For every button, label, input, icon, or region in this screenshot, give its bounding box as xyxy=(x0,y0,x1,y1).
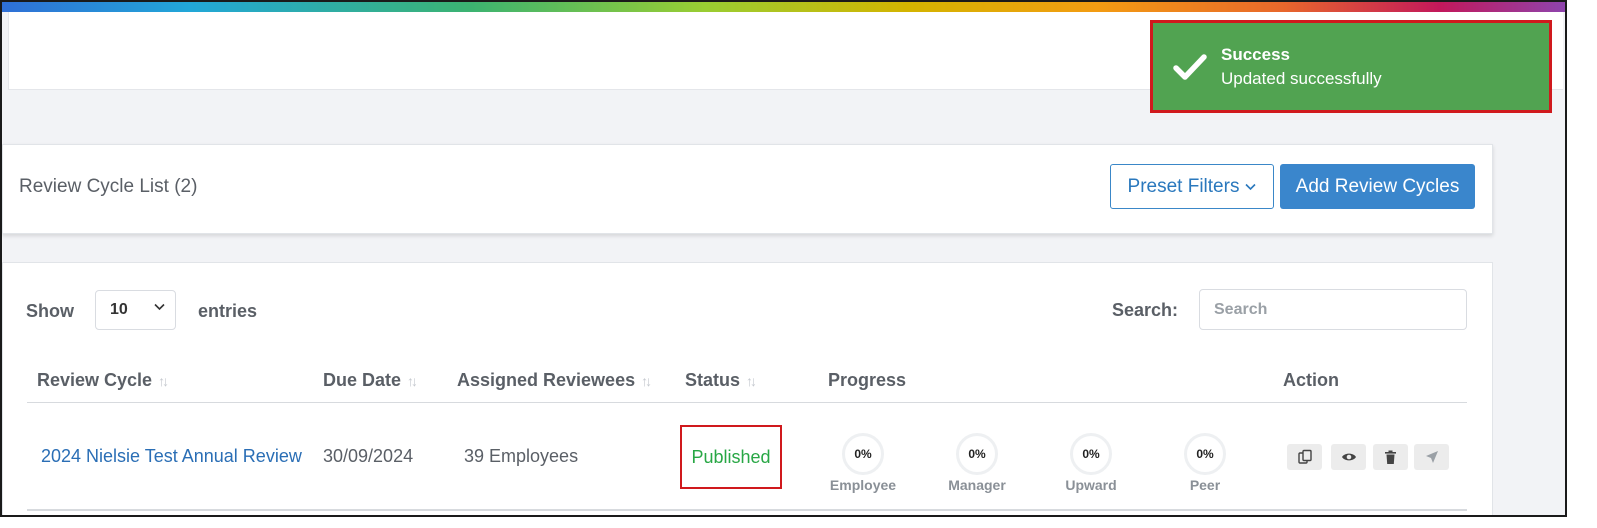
column-header-due-date[interactable]: Due Date ↑↓ xyxy=(323,370,418,391)
page-length-select[interactable]: 10 xyxy=(95,290,176,330)
status-badge: Published xyxy=(680,425,782,489)
progress-label: Peer xyxy=(1189,477,1221,493)
header-divider xyxy=(27,402,1467,403)
column-header-action: Action xyxy=(1283,370,1339,390)
column-header-review-cycle[interactable]: Review Cycle ↑↓ xyxy=(37,370,169,391)
delete-button[interactable] xyxy=(1373,444,1408,470)
column-header-assigned-reviewees[interactable]: Assigned Reviewees ↑↓ xyxy=(457,370,652,391)
assigned-reviewees-cell: 39 Employees xyxy=(464,446,579,466)
chevron-down-icon xyxy=(154,303,165,311)
review-cycle-table-card: Show 10 entries Search: Review Cycle↑↓ D… xyxy=(2,262,1493,515)
sort-icon: ↑↓ xyxy=(158,372,169,389)
check-icon xyxy=(1173,50,1207,84)
progress-ring: 0% xyxy=(1070,433,1112,475)
copy-button[interactable] xyxy=(1287,444,1322,470)
launch-button[interactable] xyxy=(1414,444,1449,470)
column-header-status[interactable]: Status ↑↓ xyxy=(685,370,757,391)
progress-peer: 0% Peer xyxy=(1165,433,1245,493)
chevron-down-icon xyxy=(1245,183,1257,190)
progress-manager: 0% Manager xyxy=(937,433,1017,493)
review-cycle-link[interactable]: 2024 Nielsie Test Annual Review xyxy=(41,446,302,466)
view-button[interactable] xyxy=(1331,444,1366,470)
page-length-value: 10 xyxy=(110,301,128,318)
copy-icon xyxy=(1297,449,1312,464)
progress-label: Manager xyxy=(948,477,1006,493)
eye-icon xyxy=(1341,453,1356,461)
trash-icon xyxy=(1385,450,1396,464)
add-review-cycles-button[interactable]: Add Review Cycles xyxy=(1280,164,1475,209)
column-header-progress: Progress xyxy=(828,370,907,390)
progress-label: Employee xyxy=(829,477,897,493)
progress-ring: 0% xyxy=(1184,433,1226,475)
status-text: Published xyxy=(691,446,771,467)
row-divider xyxy=(27,509,1467,511)
preset-filters-label: Preset Filters xyxy=(1127,175,1240,197)
page-title: Review Cycle List (2) xyxy=(19,176,198,197)
show-label: Show xyxy=(26,301,74,321)
review-cycle-header-card: Review Cycle List (2) Preset Filters Add… xyxy=(2,144,1493,234)
progress-ring: 0% xyxy=(842,433,884,475)
rainbow-bar xyxy=(2,2,1565,12)
toast-title: Success xyxy=(1221,44,1290,64)
progress-upward: 0% Upward xyxy=(1051,433,1131,493)
search-label: Search: xyxy=(1112,300,1179,320)
app-frame: Review Cycle List (2) Preset Filters Add… xyxy=(0,0,1567,517)
due-date-cell: 30/09/2024 xyxy=(323,446,414,466)
table-row: 2024 Nielsie Test Annual Review xyxy=(41,446,302,467)
toast-message: Updated successfully xyxy=(1221,68,1382,88)
progress-ring: 0% xyxy=(956,433,998,475)
preset-filters-button[interactable]: Preset Filters xyxy=(1110,164,1274,209)
progress-employee: 0% Employee xyxy=(823,433,903,493)
sort-icon: ↑↓ xyxy=(641,372,652,389)
sort-icon: ↑↓ xyxy=(746,372,757,389)
success-toast[interactable]: Success Updated successfully xyxy=(1150,20,1552,113)
search-input[interactable] xyxy=(1199,289,1467,330)
rocket-icon xyxy=(1425,451,1438,463)
entries-label: entries xyxy=(198,301,258,321)
sort-icon: ↑↓ xyxy=(407,372,418,389)
progress-label: Upward xyxy=(1065,477,1117,493)
